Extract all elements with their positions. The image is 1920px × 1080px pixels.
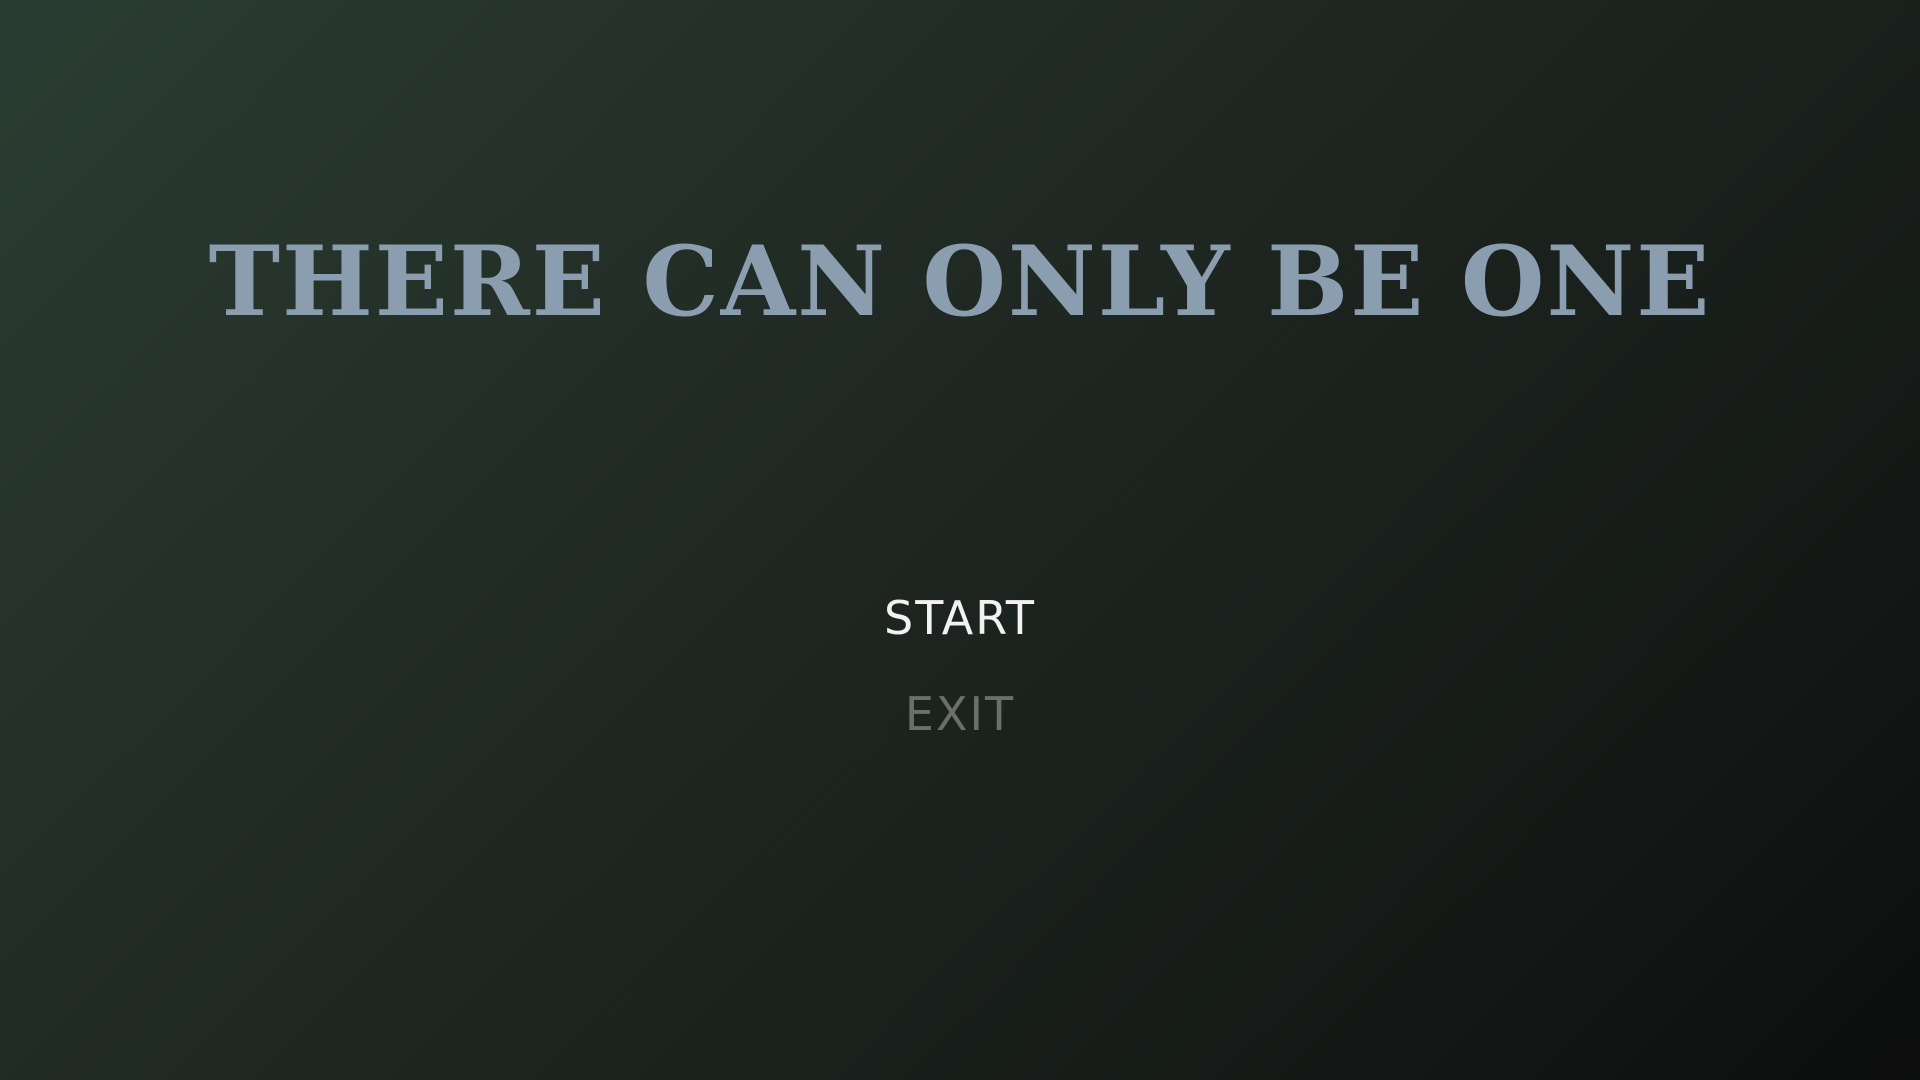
- exit-button[interactable]: EXIT: [905, 686, 1015, 742]
- start-button[interactable]: START: [884, 590, 1036, 646]
- main-menu: START EXIT: [0, 590, 1920, 742]
- game-title: THERE CAN ONLY BE ONE: [208, 225, 1712, 338]
